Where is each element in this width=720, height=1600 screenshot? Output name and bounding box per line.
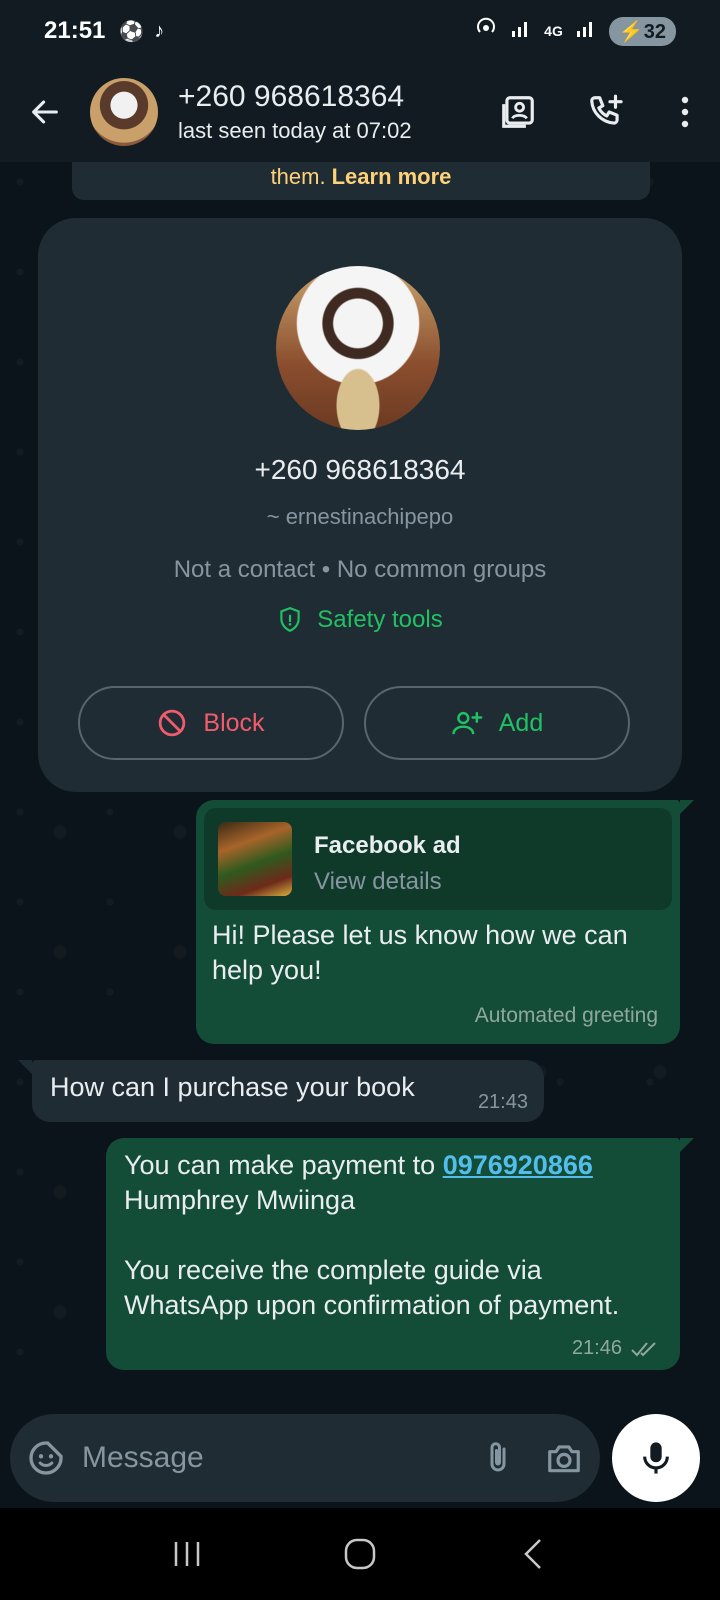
profile-photo[interactable] (276, 266, 440, 430)
message-meta: 21:46 (572, 1337, 660, 1360)
camera-icon (548, 1445, 580, 1473)
last-seen: last seen today at 07:02 (178, 118, 412, 143)
safety-tools-label: Safety tools (317, 606, 443, 633)
chevron-left-icon (524, 1539, 542, 1569)
block-button[interactable]: Block (78, 686, 344, 760)
camera-button[interactable] (528, 1414, 600, 1502)
safety-tools-link[interactable]: Safety tools (38, 606, 682, 634)
chat-header: +260 968618364 last seen today at 07:02 (0, 62, 720, 162)
bubble-tail (680, 800, 694, 814)
shield-icon (280, 607, 300, 632)
bubble-tail (680, 1138, 694, 1152)
profile-card: +260 968618364 ~ ernestinachipepo Not a … (38, 218, 682, 792)
encryption-note: them. Learn more (72, 162, 650, 200)
arrow-left-icon (32, 100, 58, 124)
paperclip-icon (490, 1442, 506, 1472)
message-input[interactable] (82, 1441, 468, 1475)
hotspot-icon (474, 16, 498, 47)
ad-thumbnail (218, 822, 292, 896)
home-icon (344, 1538, 376, 1570)
chat-area[interactable]: them. Learn more +260 968618364 ~ ernest… (0, 162, 720, 1508)
contact-card-button[interactable] (474, 62, 562, 162)
add-label: Add (498, 708, 544, 737)
sticker-icon (29, 1441, 63, 1475)
block-icon (159, 709, 186, 737)
ad-preview[interactable]: Facebook ad View details (204, 808, 672, 910)
more-vertical-icon (681, 96, 689, 128)
reply-name: Humphrey Mwiinga (124, 1185, 356, 1215)
profile-username: ~ ernestinachipepo (266, 504, 454, 529)
contact-card-icon (502, 96, 534, 128)
voice-message-button[interactable] (612, 1414, 700, 1502)
recents-icon (174, 1542, 199, 1566)
signal-icon (510, 17, 532, 46)
learn-more-link[interactable]: Learn more (332, 164, 452, 190)
profile-meta: Not a contact • No common groups (173, 556, 547, 583)
battery-level: 32 (643, 20, 666, 43)
bubble-tail (18, 1060, 32, 1074)
tiktok-icon: ♪ (154, 19, 165, 42)
double-check-icon (631, 1341, 656, 1356)
incoming-message[interactable]: How can I purchase your book 21:43 (32, 1060, 544, 1122)
add-call-button[interactable] (562, 62, 650, 162)
home-button[interactable] (320, 1514, 400, 1594)
signal-icon-2 (575, 17, 597, 46)
profile-number: +260 968618364 (254, 454, 466, 485)
battery-indicator: ⚡32 (608, 16, 676, 46)
status-bar: 21:51 ⚽ ♪ 4G ⚡32 (0, 0, 720, 62)
reply-prefix: You can make payment to (124, 1150, 443, 1180)
message-composer (10, 1414, 600, 1502)
more-options-button[interactable] (650, 62, 720, 162)
contact-info[interactable]: +260 968618364 last seen today at 07:02 (178, 80, 474, 144)
automated-greeting-label: Automated greeting (474, 1004, 658, 1027)
outgoing-message-reply[interactable]: You can make payment to 0976920866 Humph… (106, 1138, 680, 1370)
add-contact-button[interactable]: Add (364, 686, 630, 760)
ad-title: Facebook ad (314, 832, 461, 859)
microphone-icon (643, 1442, 669, 1474)
network-type: 4G (544, 23, 563, 39)
back-button[interactable] (0, 62, 90, 162)
contact-avatar[interactable] (90, 78, 158, 146)
system-back-button[interactable] (493, 1514, 573, 1594)
outgoing-message-ad[interactable]: Facebook ad View details Hi! Please let … (196, 800, 680, 1044)
contact-name: +260 968618364 (178, 80, 405, 113)
encryption-text: them. (270, 164, 326, 189)
recents-button[interactable] (147, 1514, 227, 1594)
sticker-button[interactable] (10, 1414, 82, 1502)
status-indicators: 4G ⚡32 (474, 16, 676, 47)
system-nav-bar (0, 1508, 720, 1600)
person-add-icon (451, 711, 483, 735)
soccer-ball-icon: ⚽ (119, 20, 145, 43)
message-time: 21:43 (477, 1091, 528, 1113)
phone-add-icon (590, 94, 623, 125)
status-time: 21:51 (44, 17, 106, 44)
ad-view-details[interactable]: View details (314, 868, 442, 896)
block-label: Block (203, 708, 265, 737)
phone-link[interactable]: 0976920866 (443, 1150, 593, 1180)
message-text: Hi! Please let us know how we can help y… (212, 920, 628, 985)
reply-body: You receive the complete guide via Whats… (124, 1255, 620, 1320)
message-text: You can make payment to 0976920866 Humph… (124, 1148, 664, 1323)
message-text: How can I purchase your book (50, 1072, 415, 1102)
message-time: 21:46 (571, 1337, 622, 1359)
attach-button[interactable] (468, 1414, 528, 1502)
